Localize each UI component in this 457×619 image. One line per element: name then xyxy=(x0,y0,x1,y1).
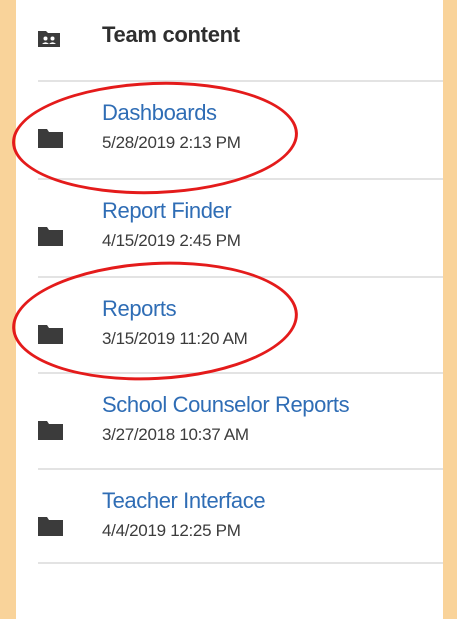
item-modified-date: 3/27/2018 10:37 AM xyxy=(102,425,249,444)
folder-icon xyxy=(38,421,63,440)
item-name-link[interactable]: Report Finder xyxy=(102,198,232,224)
list-item-teacher-interface[interactable]: Teacher Interface 4/4/2019 12:25 PM xyxy=(16,470,436,565)
item-modified-date: 4/4/2019 12:25 PM xyxy=(102,521,241,540)
item-modified-date: 3/15/2019 11:20 AM xyxy=(102,329,248,348)
item-name-link[interactable]: School Counselor Reports xyxy=(102,392,350,418)
panel-header: Team content xyxy=(16,0,457,80)
item-name-link[interactable]: Dashboards xyxy=(102,100,217,126)
right-edge-strip xyxy=(443,0,457,619)
folder-icon xyxy=(38,517,63,536)
page-title: Team content xyxy=(102,22,240,47)
item-name-link[interactable]: Teacher Interface xyxy=(102,488,266,514)
list-item-reports[interactable]: Reports 3/15/2019 11:20 AM xyxy=(16,278,436,373)
team-folder-icon xyxy=(38,31,60,47)
item-name-link[interactable]: Reports xyxy=(102,296,177,322)
item-modified-date: 5/28/2019 2:13 PM xyxy=(102,133,241,152)
divider xyxy=(38,562,444,564)
folder-icon xyxy=(38,129,63,148)
list-item-school-counselor-reports[interactable]: School Counselor Reports 3/27/2018 10:37… xyxy=(16,374,436,469)
item-modified-date: 4/15/2019 2:45 PM xyxy=(102,231,241,250)
team-content-panel: Team content Dashboards 5/28/2019 2:13 P… xyxy=(9,0,457,619)
folder-icon xyxy=(38,325,63,344)
list-item-dashboards[interactable]: Dashboards 5/28/2019 2:13 PM xyxy=(16,82,436,177)
list-item-report-finder[interactable]: Report Finder 4/15/2019 2:45 PM xyxy=(16,180,436,275)
folder-icon xyxy=(38,227,63,246)
